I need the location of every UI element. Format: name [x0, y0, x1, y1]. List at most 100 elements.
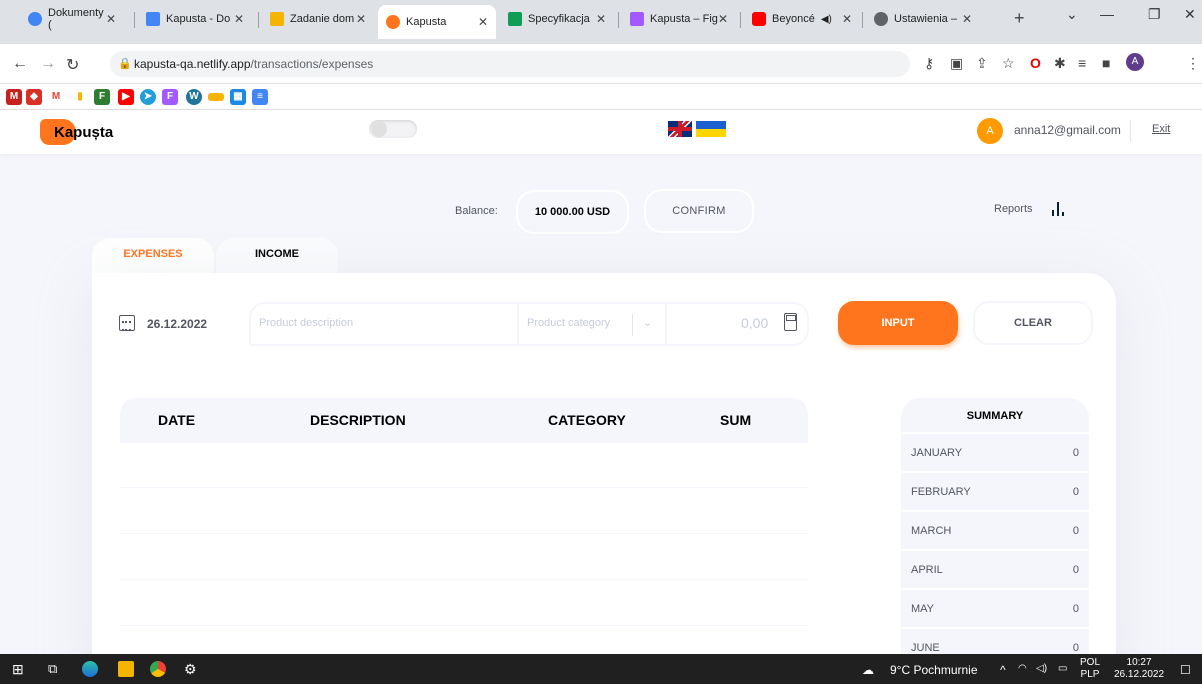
column-sum: SUM	[720, 412, 752, 428]
date-picker[interactable]: 26.12.2022	[147, 317, 207, 331]
youtube-icon	[752, 12, 766, 26]
close-icon[interactable]: ✕	[106, 12, 116, 26]
reload-icon[interactable]: ↻	[66, 55, 79, 75]
clear-button[interactable]: CLEAR	[973, 301, 1093, 345]
bookmark-docs-icon[interactable]: ≡	[252, 89, 268, 105]
browser-tab[interactable]: Beyoncé ◀) ✕	[744, 5, 860, 33]
browser-tab[interactable]: Kapusta – Fig ✕	[622, 5, 736, 33]
browser-tab-title: Zadanie dom	[290, 13, 355, 25]
transaction-form: Product description Product category ⌄ 0…	[249, 302, 809, 346]
calendar-icon[interactable]	[119, 315, 135, 331]
header-divider	[1130, 120, 1131, 142]
close-icon[interactable]: ✕	[596, 12, 606, 26]
product-category-select[interactable]: Product category	[527, 317, 610, 329]
summary-row: MARCH 0	[901, 512, 1089, 551]
browser-tab[interactable]: Specyfikacja ✕	[500, 5, 614, 33]
minimize-icon[interactable]: —	[1100, 6, 1114, 22]
bookmark-telegram-icon[interactable]: ➤	[140, 89, 156, 105]
bar-chart-icon[interactable]	[1050, 202, 1066, 216]
weather-text[interactable]: 9°C Pochmurnie	[890, 663, 978, 677]
address-bar[interactable]: 🔒 kapusta-qa.netlify.app/transactions/ex…	[110, 51, 910, 77]
edge-icon[interactable]	[82, 661, 98, 677]
bookmark-star-icon[interactable]: ☆	[1002, 55, 1015, 72]
summary-title: SUMMARY	[901, 398, 1089, 434]
windows-start-icon[interactable]: ⊞	[12, 661, 28, 677]
confirm-button[interactable]: CONFIRM	[644, 189, 754, 233]
exit-button[interactable]: Exit	[1152, 123, 1170, 135]
restore-icon[interactable]: ❐	[1148, 6, 1161, 23]
settings-icon	[874, 12, 888, 26]
window-close-icon[interactable]: ✕	[1184, 6, 1196, 23]
back-icon[interactable]: ←	[12, 55, 28, 73]
input-language[interactable]: POL PLP	[1080, 657, 1100, 681]
uk-flag-icon[interactable]	[668, 121, 692, 137]
goit-icon	[270, 12, 284, 26]
bookmark-wordpress-icon[interactable]: W	[186, 89, 202, 105]
chevron-down-icon[interactable]: ⌄	[643, 316, 652, 329]
bookmark-figma-icon[interactable]: F	[162, 89, 178, 105]
file-explorer-icon[interactable]	[118, 661, 134, 677]
user-avatar: A	[977, 118, 1003, 144]
clock[interactable]: 10:27 26.12.2022	[1114, 657, 1164, 681]
chrome-icon[interactable]	[150, 661, 166, 677]
balance-label: Balance:	[455, 205, 498, 217]
profile-avatar[interactable]: A	[1126, 53, 1144, 71]
translate-icon[interactable]: ▣	[950, 55, 963, 72]
side-panel-icon[interactable]: ■	[1102, 55, 1110, 71]
bookmark-youtube-icon[interactable]: ▶	[118, 89, 134, 105]
app-header: Kapușta A anna12@gmail.com Exit	[0, 110, 1202, 154]
theme-toggle[interactable]	[369, 120, 417, 138]
menu-dots-icon[interactable]: ⋮	[1186, 55, 1200, 72]
close-icon[interactable]: ✕	[356, 12, 366, 26]
column-category: CATEGORY	[548, 412, 626, 428]
browser-tab[interactable]: Kapusta - Do ✕	[138, 5, 252, 33]
browser-tab[interactable]: Zadanie dom ✕	[262, 5, 374, 33]
close-icon[interactable]: ✕	[718, 12, 728, 26]
key-icon[interactable]: ⚷	[924, 55, 934, 72]
reading-list-icon[interactable]: ≡	[1078, 55, 1086, 71]
new-tab-icon[interactable]: +	[1014, 8, 1025, 29]
network-icon[interactable]: ◠	[1018, 663, 1027, 674]
close-icon[interactable]: ✕	[962, 12, 972, 26]
browser-tab-strip: Dokumenty ( ✕ Kapusta - Do ✕ Zadanie dom…	[0, 0, 1202, 44]
weather-icon[interactable]: ☁	[862, 663, 874, 677]
input-button[interactable]: INPUT	[838, 301, 958, 345]
browser-tab-title: Dokumenty (	[48, 7, 104, 31]
bookmark-app-icon[interactable]: F	[94, 89, 110, 105]
reports-link[interactable]: Reports	[994, 203, 1033, 215]
tab-expenses[interactable]: EXPENSES	[92, 238, 214, 276]
volume-icon[interactable]: ◁)	[1036, 663, 1047, 674]
extensions-icon[interactable]: ✱	[1054, 55, 1066, 72]
close-icon[interactable]: ✕	[842, 12, 852, 26]
browser-tab-active[interactable]: Kapusta ✕	[378, 5, 496, 39]
speaker-icon: ◀)	[820, 13, 832, 25]
bookmark-chart-icon[interactable]: ▦	[230, 89, 246, 105]
amount-input[interactable]: 0,00	[741, 315, 768, 331]
battery-icon[interactable]: ▭	[1058, 663, 1067, 674]
docs-icon	[146, 12, 160, 26]
bookmark-gmail2-icon[interactable]: M	[48, 89, 64, 105]
bookmark-bulb-icon[interactable]: ▮	[72, 89, 88, 105]
share-icon[interactable]: ⇪	[976, 55, 988, 72]
browser-tab[interactable]: Dokumenty ( ✕	[20, 5, 124, 33]
bookmarks-bar: M ◆ M ▮ F ▶ ➤ F W ▦ ≡	[0, 84, 1202, 110]
opera-icon[interactable]: O	[1030, 55, 1041, 71]
task-view-icon[interactable]: ⧉	[48, 661, 64, 677]
bookmark-gmail-icon[interactable]: M	[6, 89, 22, 105]
column-description: DESCRIPTION	[310, 412, 406, 428]
browser-tab[interactable]: Ustawienia – ✕	[866, 5, 980, 33]
balance-input[interactable]: 10 000.00 USD	[516, 190, 629, 234]
tab-income[interactable]: INCOME	[216, 238, 338, 276]
product-description-input[interactable]: Product description	[259, 317, 353, 329]
bookmark-emblem-icon[interactable]: ◆	[26, 89, 42, 105]
close-icon[interactable]: ✕	[234, 12, 244, 26]
bookmark-goit-icon[interactable]	[208, 93, 224, 101]
chevron-down-icon[interactable]: ⌄	[1066, 6, 1078, 23]
forward-icon[interactable]: →	[40, 55, 56, 73]
close-icon[interactable]: ✕	[478, 15, 488, 29]
ukraine-flag-icon[interactable]	[696, 121, 726, 137]
notification-icon[interactable]: ☐	[1180, 663, 1191, 677]
chevron-up-icon[interactable]: ^	[1000, 663, 1006, 677]
summary-panel: SUMMARY JANUARY 0 FEBRUARY 0 MARCH 0 APRIL 0…	[901, 398, 1089, 654]
settings-gear-icon[interactable]: ⚙	[184, 661, 200, 677]
